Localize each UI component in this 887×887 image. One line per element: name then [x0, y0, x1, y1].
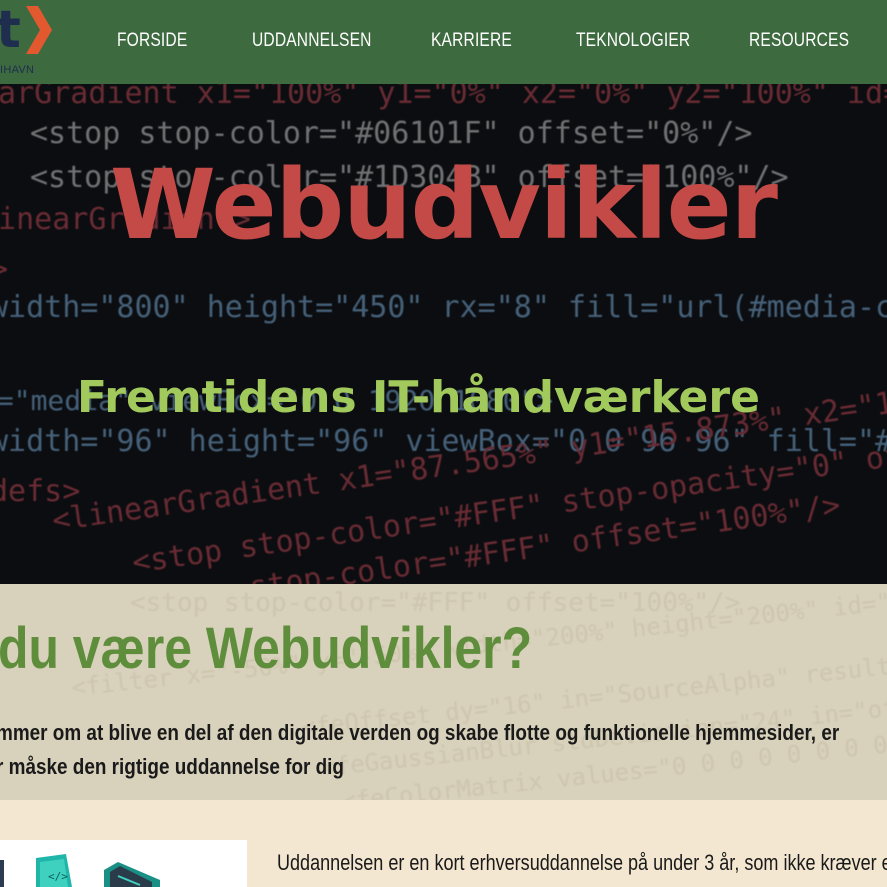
hero-banner: earGradient x1="100%" y1="0%" x2="0%" y2…	[0, 84, 887, 584]
intro-text-line: r måske den rigtige uddannelse for dig	[0, 754, 344, 779]
intro-paragraph: mmer om at blive en del af den digitale …	[0, 716, 865, 784]
education-illustration: </>	[0, 840, 247, 887]
nav-item-forside[interactable]: FORSIDE	[117, 28, 187, 54]
nav-item-resources[interactable]: RESOURCES	[749, 28, 849, 54]
nav-item-karriere[interactable]: KARRIERE	[431, 28, 512, 54]
code-line: <stop stop-color="#06101F" offset="0%"/>	[30, 116, 753, 151]
education-illustration-graphic: </>	[0, 854, 160, 887]
logo-mark: t	[0, 0, 21, 60]
education-section: </> Uddannelsen er en kort erhversuddann…	[0, 800, 887, 887]
intro-section: <stop stop-color="#FFF" offset="100%"/> …	[0, 584, 887, 800]
site-logo[interactable]: t IHAVN	[0, 0, 60, 84]
nav-item-teknologier[interactable]: TEKNOLOGIER	[576, 28, 690, 54]
svg-text:</>: </>	[48, 870, 68, 883]
intro-heading: du være Webudvikler?	[0, 616, 533, 681]
top-navigation-bar: t IHAVN FORSIDE UDDANNELSEN KARRIERE TEK…	[0, 0, 887, 84]
code-line: earGradient x1="100%" y1="0%" x2="0%" y2…	[0, 84, 887, 111]
code-line: width="800" height="450" rx="8" fill="ur…	[0, 290, 887, 325]
education-description: Uddannelsen er en kort erhversuddannelse…	[277, 850, 887, 875]
chevron-right-logo-icon	[26, 6, 52, 54]
page-title: Webudvikler	[109, 149, 778, 261]
intro-text-line: mmer om at blive en del af den digitale …	[0, 720, 840, 745]
code-file-icon: </>	[36, 854, 72, 887]
monitor-icon	[104, 862, 160, 887]
hero-subtitle: Fremtidens IT-håndværkere	[77, 372, 760, 423]
nav-item-uddannelsen[interactable]: UDDANNELSEN	[252, 28, 372, 54]
logo-subtitle: IHAVN	[0, 64, 35, 76]
